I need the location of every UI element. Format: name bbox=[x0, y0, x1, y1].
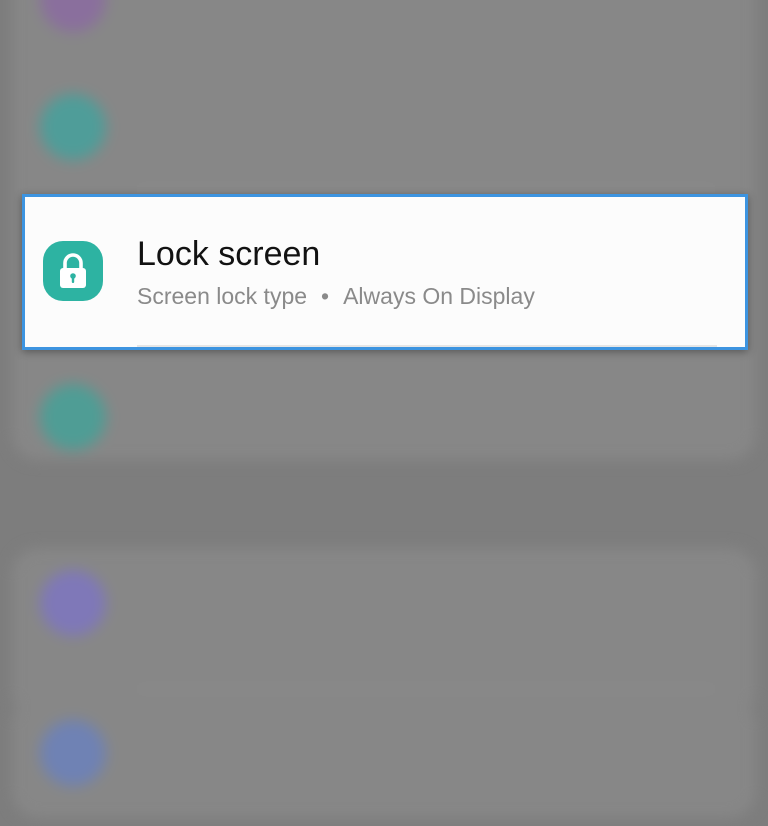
item-title: Lock screen bbox=[137, 235, 321, 273]
lock-screen-settings-item[interactable]: Lock screen Screen lock type • Always On D… bbox=[22, 194, 748, 350]
blurred-settings-item[interactable] bbox=[0, 556, 768, 690]
subtitle-separator: • bbox=[321, 283, 330, 309]
blurred-settings-list bbox=[0, 0, 768, 818]
blurred-settings-item[interactable] bbox=[0, 70, 768, 190]
blurred-item-icon bbox=[40, 720, 106, 786]
item-divider bbox=[137, 345, 717, 347]
blurred-settings-item[interactable] bbox=[0, 360, 768, 480]
blurred-item-icon bbox=[40, 384, 106, 450]
subtitle-screen-lock-type: Screen lock type bbox=[137, 283, 308, 309]
item-subtitle: Screen lock type • Always On Display bbox=[137, 283, 535, 310]
blurred-item-divider bbox=[136, 188, 716, 190]
blurred-item-icon bbox=[40, 94, 106, 160]
blurred-item-icon bbox=[40, 570, 106, 636]
lock-icon bbox=[43, 241, 103, 301]
blurred-settings-item[interactable] bbox=[0, 706, 768, 826]
subtitle-always-on-display: Always On Display bbox=[343, 283, 535, 309]
blurred-settings-item[interactable] bbox=[0, 0, 768, 40]
blurred-item-divider bbox=[136, 688, 716, 690]
blurred-item-icon bbox=[40, 0, 106, 32]
